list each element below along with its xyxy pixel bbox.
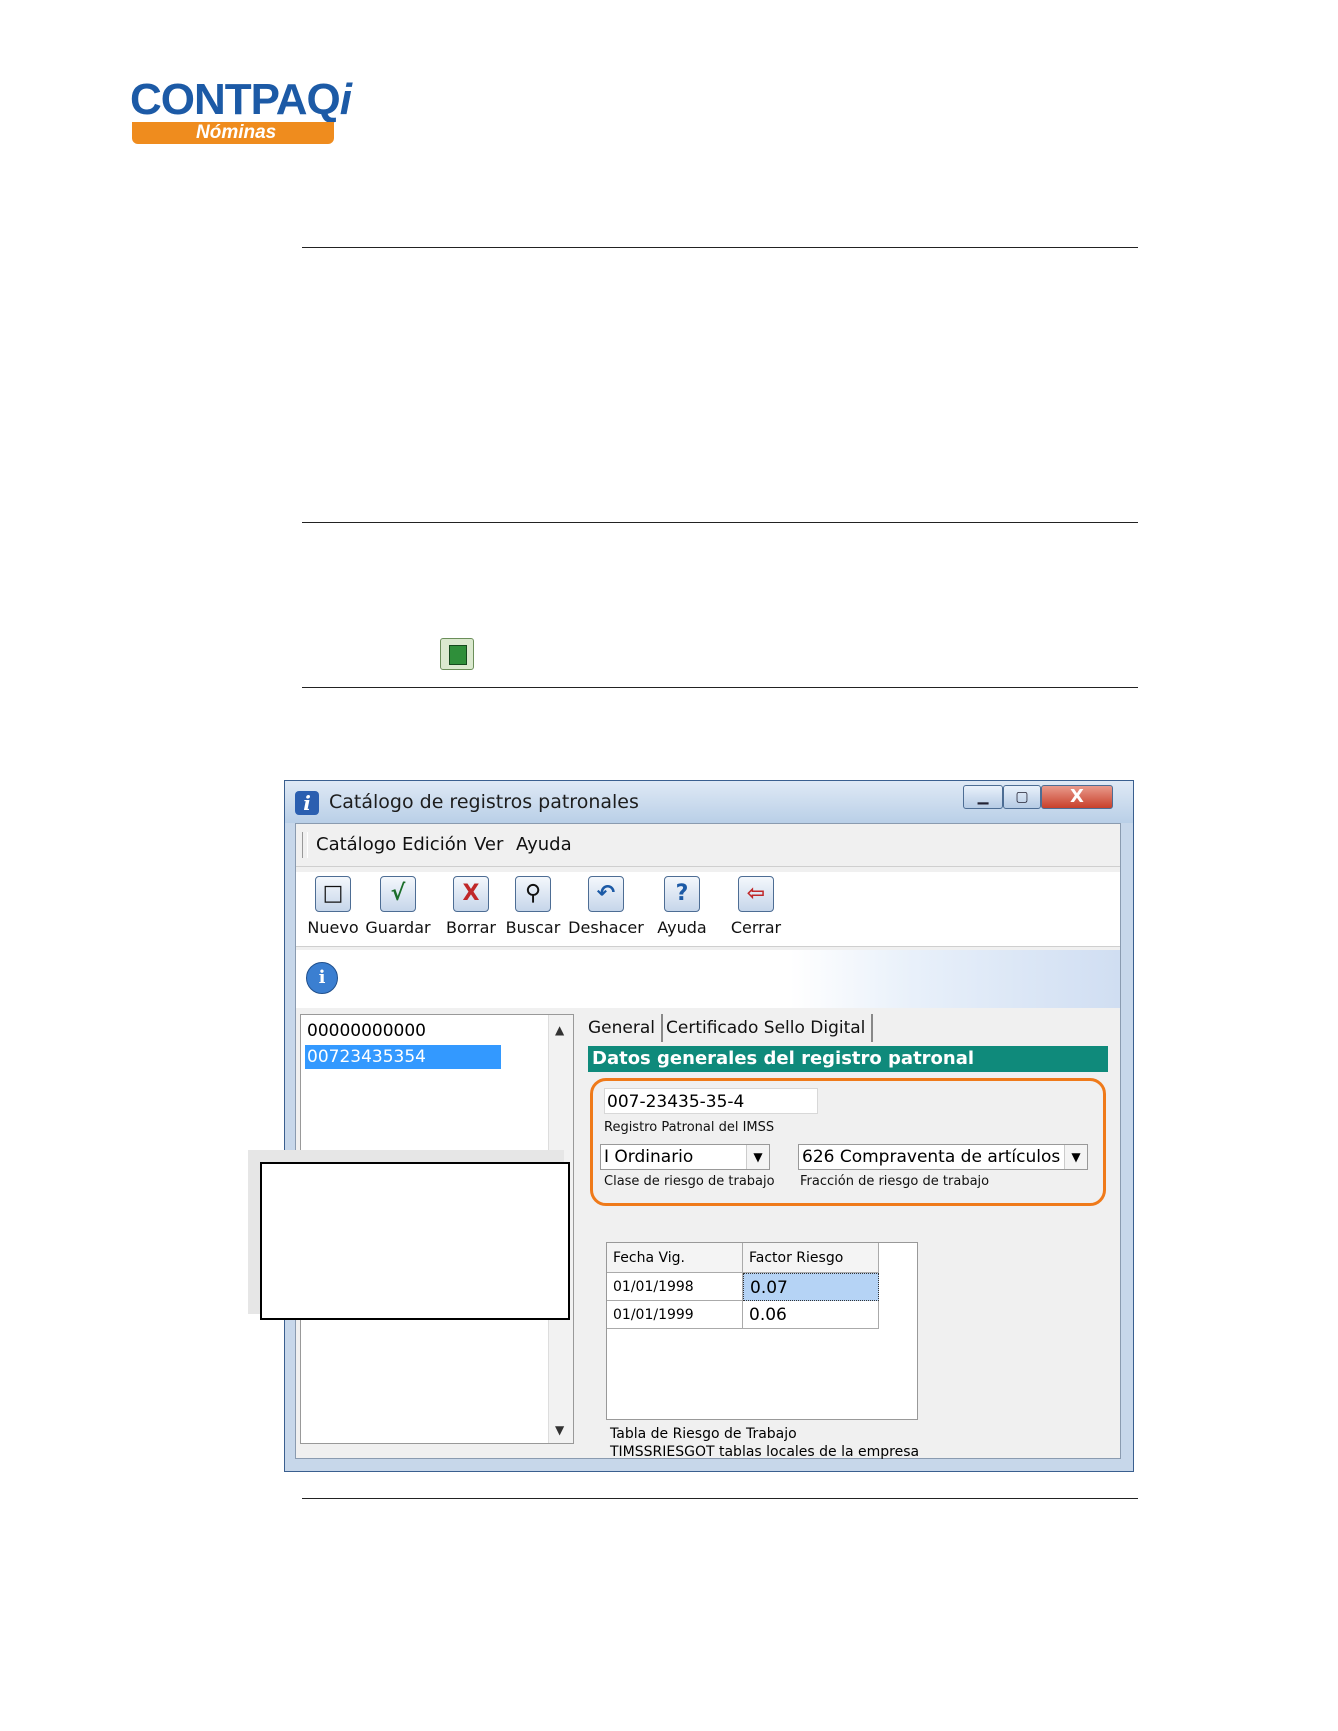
registro-label: Registro Patronal del IMSS — [604, 1120, 775, 1135]
tabla-riesgo-label: Tabla de Riesgo de Trabajo — [610, 1426, 797, 1442]
window-client: Catálogo Edición Ver Ayuda □ Nuevo √ Gua… — [295, 823, 1121, 1460]
info-icon: i — [306, 962, 338, 994]
ayuda-button[interactable]: ? Ayuda — [652, 876, 712, 937]
help-question-icon: ? — [664, 876, 700, 912]
grid-cell-fecha[interactable]: 01/01/1999 — [607, 1301, 743, 1329]
grid-header-factor[interactable]: Factor Riesgo — [743, 1243, 879, 1273]
divider-rule — [302, 1498, 1138, 1499]
borrar-button[interactable]: X Borrar — [442, 876, 500, 937]
window-titlebar[interactable]: i Catálogo de registros patronales ▁ ▢ X — [285, 781, 1133, 823]
catalog-window: i Catálogo de registros patronales ▁ ▢ X… — [284, 780, 1134, 1472]
tab-certificado[interactable]: Certificado Sello Digital — [660, 1014, 874, 1042]
close-button[interactable]: X — [1041, 785, 1113, 809]
section-title: Datos generales del registro patronal — [588, 1046, 1108, 1072]
divider-rule — [302, 522, 1138, 523]
nuevo-button[interactable]: □ Nuevo — [304, 876, 362, 937]
divider-rule — [302, 687, 1138, 688]
fraccion-label: Fracción de riesgo de trabajo — [800, 1174, 990, 1189]
grid-header-fecha[interactable]: Fecha Vig. — [607, 1243, 743, 1273]
grid-cell-factor-selected[interactable]: 0.07 — [743, 1273, 879, 1301]
fraccion-riesgo-select[interactable]: 626 Compraventa de artículos de ▼ — [798, 1144, 1088, 1170]
info-bar: i — [296, 950, 1120, 1008]
undo-icon: ↶ — [588, 876, 624, 912]
guardar-button[interactable]: √ Guardar — [364, 876, 432, 937]
registro-patronal-input[interactable]: 007-23435-35-4 — [604, 1088, 818, 1114]
general-panel: Datos generales del registro patronal 00… — [582, 1046, 1116, 1460]
contpaqi-logo: CONTPAQi Nóminas — [130, 78, 370, 148]
buscar-button[interactable]: ⚲ Buscar — [502, 876, 564, 937]
menu-ver[interactable]: Ver — [474, 834, 503, 855]
riesgo-grid: Fecha Vig. Factor Riesgo 01/01/1998 0.07… — [606, 1242, 918, 1420]
registro-patronal-icon — [440, 638, 474, 670]
list-item-selected[interactable]: 00723435354 — [305, 1045, 501, 1069]
grid-cell-fecha[interactable]: 01/01/1998 — [607, 1273, 743, 1301]
menu-grip — [302, 832, 308, 858]
menu-bar: Catálogo Edición Ver Ayuda — [296, 824, 1120, 867]
tab-general[interactable]: General — [582, 1014, 663, 1042]
maximize-button[interactable]: ▢ — [1003, 785, 1041, 809]
tab-strip: General Certificado Sello Digital — [582, 1014, 1116, 1044]
delete-x-icon: X — [453, 876, 489, 912]
divider-rule — [302, 247, 1138, 248]
exit-door-icon: ⇦ — [738, 876, 774, 912]
cerrar-button[interactable]: ⇦ Cerrar — [726, 876, 786, 937]
toolbar: □ Nuevo √ Guardar X Borrar ⚲ Buscar ↶ De… — [296, 872, 1120, 947]
window-title: Catálogo de registros patronales — [329, 791, 639, 813]
minimize-button[interactable]: ▁ — [963, 785, 1003, 809]
deshacer-button[interactable]: ↶ Deshacer — [566, 876, 646, 937]
logo-brand: CONTPAQi — [130, 75, 352, 124]
app-icon: i — [295, 791, 319, 815]
checkmark-icon: √ — [380, 876, 416, 912]
clase-riesgo-select[interactable]: I Ordinario ▼ — [600, 1144, 770, 1170]
chevron-down-icon[interactable]: ▼ — [746, 1145, 769, 1169]
tabla-locales-label: TIMSSRIESGOT tablas locales de la empres… — [610, 1444, 920, 1460]
clase-label: Clase de riesgo de trabajo — [604, 1174, 775, 1189]
grid-cell-factor[interactable]: 0.06 — [743, 1301, 879, 1329]
menu-catalogo[interactable]: Catálogo — [316, 834, 396, 855]
binoculars-icon: ⚲ — [515, 876, 551, 912]
scroll-down-icon[interactable]: ▼ — [555, 1423, 564, 1437]
list-item[interactable]: 00000000000 — [305, 1019, 501, 1043]
new-document-icon: □ — [315, 876, 351, 912]
callout-box — [260, 1162, 570, 1320]
logo-product: Nóminas — [132, 122, 334, 144]
scroll-up-icon[interactable]: ▲ — [555, 1023, 564, 1037]
menu-ayuda[interactable]: Ayuda — [516, 834, 572, 855]
chevron-down-icon[interactable]: ▼ — [1064, 1145, 1087, 1169]
menu-edicion[interactable]: Edición — [402, 834, 467, 855]
